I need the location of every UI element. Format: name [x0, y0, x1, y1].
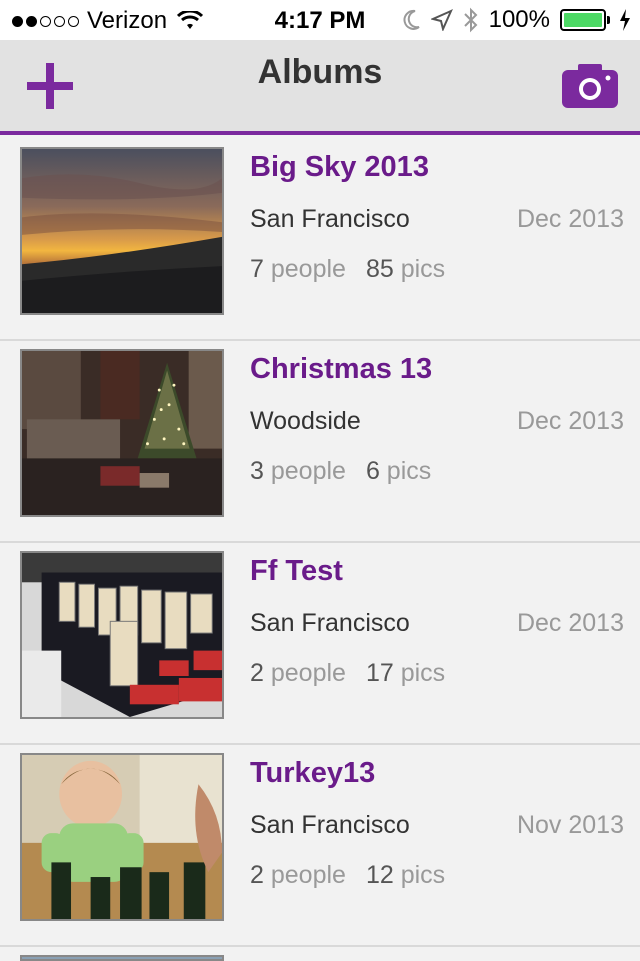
- album-location: Woodside: [250, 407, 361, 435]
- album-stats: 2 people 12 pics: [250, 861, 445, 890]
- album-date: Nov 2013: [516, 811, 624, 839]
- album-row[interactable]: Turkey13 San Francisco Nov 2013 2 people…: [0, 745, 640, 947]
- nav-bar: Albums: [0, 40, 640, 135]
- people-count: 2: [250, 861, 264, 889]
- pics-label: pics: [400, 659, 446, 687]
- location-arrow-icon: [430, 9, 453, 31]
- moon-icon: [403, 9, 420, 30]
- pics-label: pics: [400, 861, 446, 889]
- album-title: Christmas 13: [250, 353, 433, 385]
- album-thumbnail-partial[interactable]: [20, 955, 224, 961]
- album-list: Big Sky 2013 San Francisco Dec 2013 7 pe…: [0, 139, 640, 947]
- pics-count: 85: [365, 255, 394, 283]
- people-count: 3: [250, 457, 264, 485]
- people-label: people: [270, 659, 346, 687]
- album-stats: 2 people 17 pics: [250, 659, 445, 688]
- charging-bolt-icon: [620, 9, 630, 31]
- album-thumbnail: [20, 349, 224, 517]
- people-label: people: [270, 861, 346, 889]
- battery-icon: [560, 9, 610, 31]
- album-title: Turkey13: [250, 757, 376, 789]
- pics-label: pics: [400, 255, 446, 283]
- album-title: Big Sky 2013: [250, 151, 429, 183]
- page-title: Albums: [257, 53, 383, 91]
- camera-icon: [562, 64, 618, 108]
- album-thumbnail: [20, 551, 224, 719]
- album-date: Dec 2013: [516, 205, 624, 233]
- people-count: 2: [250, 659, 264, 687]
- album-location: San Francisco: [250, 205, 410, 233]
- pics-count: 12: [365, 861, 394, 889]
- people-label: people: [270, 255, 346, 283]
- album-thumbnail: [20, 147, 224, 315]
- battery-percent: 100%: [488, 6, 550, 33]
- people-label: people: [270, 457, 346, 485]
- pics-count: 6: [365, 457, 380, 485]
- album-thumbnail: [20, 753, 224, 921]
- album-date: Dec 2013: [516, 609, 624, 637]
- album-row[interactable]: Ff Test San Francisco Dec 2013 2 people 1…: [0, 543, 640, 745]
- album-location: San Francisco: [250, 811, 410, 839]
- status-right: 100%: [401, 6, 630, 34]
- people-count: 7: [250, 255, 264, 283]
- album-stats: 7 people 85 pics: [250, 255, 445, 284]
- album-stats: 3 people 6 pics: [250, 457, 431, 486]
- album-location: San Francisco: [250, 609, 410, 637]
- status-bar: Verizon 4:17 PM 100%: [0, 0, 640, 40]
- pics-count: 17: [365, 659, 394, 687]
- camera-button[interactable]: [562, 64, 618, 108]
- album-title: Ff Test: [250, 555, 343, 587]
- pics-label: pics: [386, 457, 432, 485]
- album-date: Dec 2013: [516, 407, 624, 435]
- bluetooth-icon: [463, 7, 478, 33]
- album-row[interactable]: Christmas 13 Woodside Dec 2013 3 people 6…: [0, 341, 640, 543]
- album-row[interactable]: Big Sky 2013 San Francisco Dec 2013 7 pe…: [0, 139, 640, 341]
